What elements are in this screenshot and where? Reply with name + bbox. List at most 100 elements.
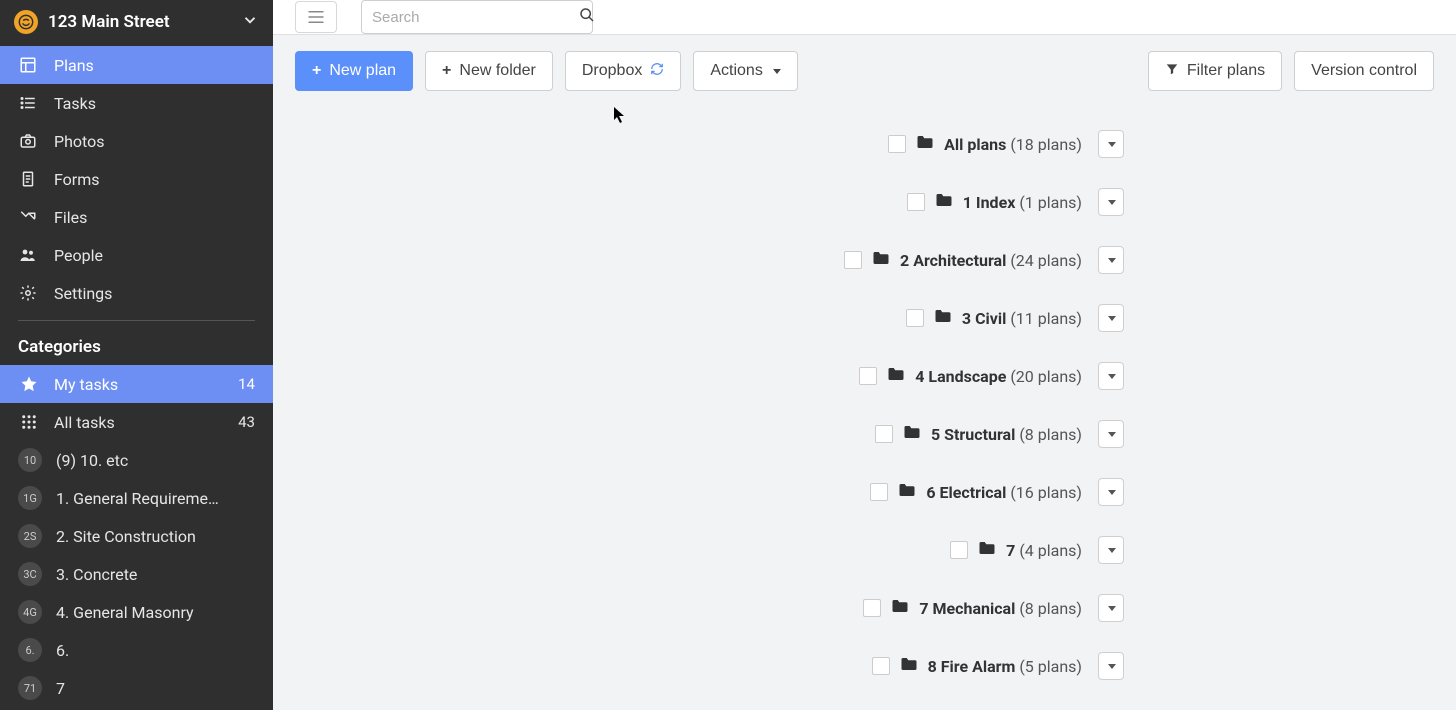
nav-label: Photos (54, 132, 105, 151)
folder-checkbox[interactable] (950, 541, 968, 559)
folder-count: (4 plans) (1019, 541, 1082, 560)
category-item-c1g[interactable]: 1G1. General Requireme… (0, 479, 273, 517)
folder-checkbox[interactable] (872, 657, 890, 675)
nav-item-plans[interactable]: Plans (0, 46, 273, 84)
category-item-my-tasks[interactable]: My tasks14 (0, 365, 273, 403)
plans-icon (18, 56, 38, 74)
caret-down-icon (773, 69, 781, 74)
caret-down-icon (1108, 490, 1116, 495)
caret-down-icon (1108, 316, 1116, 321)
folder-dropdown-button[interactable] (1098, 130, 1124, 158)
caret-down-icon (1108, 606, 1116, 611)
version-control-button[interactable]: Version control (1294, 51, 1434, 91)
category-count: 43 (238, 413, 255, 431)
dropbox-button[interactable]: Dropbox (565, 51, 681, 91)
sidebar: 123 Main Street Plans Tasks Photos Forms Fil… (0, 0, 273, 710)
folder-checkbox[interactable] (859, 367, 877, 385)
category-item-c71[interactable]: 717 (0, 669, 273, 707)
folder-dropdown-button[interactable] (1098, 478, 1124, 506)
tasks-icon (18, 94, 38, 112)
folder-count: (24 plans) (1010, 251, 1082, 270)
categories-list: My tasks14All tasks4310(9) 10. etc1G1. G… (0, 365, 273, 707)
folder-dropdown-button[interactable] (1098, 304, 1124, 332)
folder-name: 3 Civil (962, 309, 1006, 328)
nav-label: Settings (54, 284, 112, 303)
folder-row[interactable]: 4 Landscape (20 plans) (859, 347, 1434, 405)
folder-icon (934, 308, 952, 328)
category-label: 4. General Masonry (56, 603, 255, 622)
folder-dropdown-button[interactable] (1098, 246, 1124, 274)
folder-checkbox[interactable] (875, 425, 893, 443)
caret-down-icon (1108, 258, 1116, 263)
refresh-icon (650, 62, 664, 81)
plus-icon: + (312, 62, 321, 80)
folder-count: (18 plans) (1010, 135, 1082, 154)
folder-row[interactable]: 6 Electrical (16 plans) (870, 463, 1434, 521)
new-folder-button[interactable]: + New folder (425, 51, 553, 91)
folder-count: (20 plans) (1010, 367, 1082, 386)
folder-checkbox[interactable] (906, 309, 924, 327)
folder-dropdown-button[interactable] (1098, 594, 1124, 622)
category-badge: 6. (18, 638, 42, 662)
project-switcher[interactable]: 123 Main Street (0, 0, 273, 44)
menu-button[interactable] (295, 1, 337, 33)
folder-checkbox[interactable] (870, 483, 888, 501)
category-badge: 71 (18, 676, 42, 700)
nav-item-forms[interactable]: Forms (0, 160, 273, 198)
folder-icon (935, 192, 953, 212)
folder-name: 8 Fire Alarm (928, 657, 1016, 676)
category-item-c6[interactable]: 6.6. (0, 631, 273, 669)
folder-dropdown-button[interactable] (1098, 188, 1124, 216)
folder-dropdown-button[interactable] (1098, 536, 1124, 564)
category-label: 3. Concrete (56, 565, 255, 584)
project-title: 123 Main Street (48, 12, 170, 32)
folder-row[interactable]: 8 Fire Alarm (5 plans) (872, 637, 1434, 695)
folder-icon (898, 482, 916, 502)
chevron-down-icon (241, 11, 259, 33)
folder-dropdown-button[interactable] (1098, 652, 1124, 680)
nav-label: Files (54, 208, 87, 227)
folder-row[interactable]: 1 Index (1 plans) (907, 173, 1434, 231)
nav-item-tasks[interactable]: Tasks (0, 84, 273, 122)
folder-checkbox[interactable] (844, 251, 862, 269)
actions-button[interactable]: Actions (693, 51, 797, 91)
category-badge: 10 (18, 448, 42, 472)
folder-count: (5 plans) (1019, 657, 1082, 676)
folder-name: All plans (944, 135, 1006, 154)
folder-icon (887, 366, 905, 386)
category-item-c10[interactable]: 10(9) 10. etc (0, 441, 273, 479)
new-plan-button[interactable]: + New plan (295, 51, 413, 91)
folder-dropdown-button[interactable] (1098, 362, 1124, 390)
folder-checkbox[interactable] (888, 135, 906, 153)
search-field[interactable] (361, 0, 593, 34)
plus-icon: + (442, 62, 451, 80)
folder-text: 8 Fire Alarm (5 plans) (928, 657, 1082, 676)
nav-item-settings[interactable]: Settings (0, 274, 273, 312)
version-control-label: Version control (1311, 62, 1417, 80)
category-item-c2s[interactable]: 2S2. Site Construction (0, 517, 273, 555)
folder-row[interactable]: 7 Mechanical (8 plans) (863, 579, 1434, 637)
folder-row[interactable]: 7 (4 plans) (950, 521, 1434, 579)
caret-down-icon (1108, 374, 1116, 379)
folder-row[interactable]: 2 Architectural (24 plans) (844, 231, 1434, 289)
folder-dropdown-button[interactable] (1098, 420, 1124, 448)
folder-row[interactable]: 5 Structural (8 plans) (875, 405, 1434, 463)
folder-name: 7 (1006, 541, 1015, 560)
category-item-all-tasks[interactable]: All tasks43 (0, 403, 273, 441)
folder-row[interactable]: 3 Civil (11 plans) (906, 289, 1434, 347)
search-input[interactable] (372, 9, 571, 26)
grid-icon (18, 413, 40, 431)
category-item-c4g[interactable]: 4G4. General Masonry (0, 593, 273, 631)
folder-checkbox[interactable] (907, 193, 925, 211)
folder-name: 4 Landscape (915, 367, 1006, 386)
nav-item-people[interactable]: People (0, 236, 273, 274)
folder-count: (11 plans) (1010, 309, 1082, 328)
filter-plans-button[interactable]: Filter plans (1148, 51, 1282, 91)
nav-label: Plans (54, 56, 94, 75)
folder-row[interactable]: All plans (18 plans) (888, 115, 1434, 173)
nav-item-files[interactable]: Files (0, 198, 273, 236)
folder-icon (903, 424, 921, 444)
nav-item-photos[interactable]: Photos (0, 122, 273, 160)
folder-checkbox[interactable] (863, 599, 881, 617)
category-item-c3c[interactable]: 3C3. Concrete (0, 555, 273, 593)
